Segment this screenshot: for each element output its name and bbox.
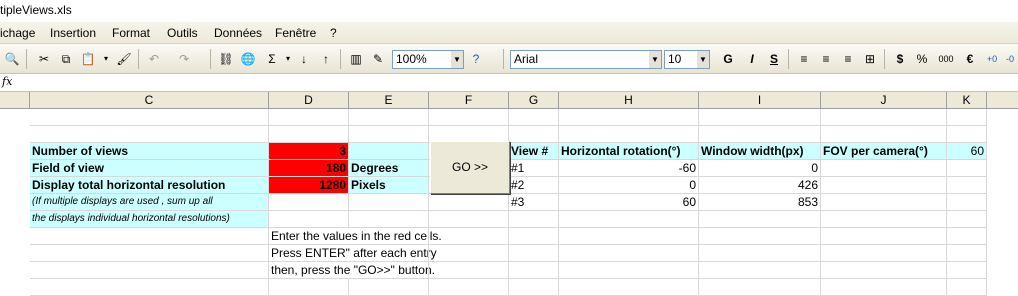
hyperlink-icon[interactable]: ⛓: [218, 51, 234, 67]
menu-donnees[interactable]: Données: [214, 26, 262, 40]
align-left-icon[interactable]: ≡: [796, 51, 812, 67]
table-row: [0, 279, 1018, 296]
zoom-value: 100%: [396, 52, 427, 66]
instruction-line-2[interactable]: Press ENTER" after each entry: [269, 245, 437, 262]
view-id[interactable]: #2: [509, 177, 559, 194]
corner-cell[interactable]: [0, 92, 30, 109]
width-value[interactable]: 426: [699, 177, 821, 194]
table-row: then, press the "GO>>" button.: [0, 262, 1018, 279]
table-row: Press ENTER" after each entry: [0, 245, 1018, 262]
width-value[interactable]: 0: [699, 160, 821, 177]
column-headers: C D E F G H I J K: [0, 92, 1018, 109]
column-header-k[interactable]: K: [947, 92, 987, 109]
research-icon[interactable]: 🌐: [240, 51, 256, 67]
menu-format[interactable]: Format: [112, 26, 150, 40]
instruction-line-3[interactable]: then, press the "GO>>" button.: [269, 262, 435, 279]
header-rotation[interactable]: Horizontal rotation(°): [559, 143, 699, 160]
unit-degrees[interactable]: Degrees: [349, 160, 429, 177]
paste-dropdown-icon[interactable]: ▾: [98, 51, 114, 67]
table-row: (If multiple displays are used , sum up …: [0, 194, 1018, 211]
chevron-down-icon[interactable]: ▼: [697, 51, 709, 68]
menu-help[interactable]: ?: [330, 26, 337, 40]
go-button[interactable]: GO >>: [430, 141, 510, 194]
thousands-button[interactable]: 000: [938, 51, 954, 67]
rotation-value[interactable]: -60: [559, 160, 699, 177]
italic-button[interactable]: I: [744, 51, 760, 67]
toolbar: 🔍 ✂ ⧉ 📋 ▾ 🖌 ↶ ↷ ⛓ 🌐 Σ ▾ ↓ ↑ ▥ ✎ 100% ▼ ?…: [0, 44, 1018, 74]
bold-button[interactable]: G: [720, 51, 736, 67]
header-view[interactable]: View #: [509, 143, 559, 160]
header-fov[interactable]: FOV per camera(°): [821, 143, 947, 160]
function-icon[interactable]: fx: [2, 75, 12, 88]
rotation-value[interactable]: 60: [559, 194, 699, 211]
menu-affichage[interactable]: ichage: [0, 26, 35, 40]
chart-icon[interactable]: ▥: [348, 51, 364, 67]
table-row: the displays individual horizontal resol…: [0, 211, 1018, 228]
instruction-line-1[interactable]: Enter the values in the red cells.: [269, 228, 442, 245]
align-right-icon[interactable]: ≡: [840, 51, 856, 67]
font-value: Arial: [514, 52, 539, 66]
label-fov[interactable]: Field of view: [30, 160, 269, 177]
help-icon[interactable]: ?: [468, 51, 484, 67]
decrease-decimal-icon[interactable]: -0: [1002, 51, 1018, 67]
percent-button[interactable]: %: [914, 51, 930, 67]
note-line-1[interactable]: (If multiple displays are used , sum up …: [30, 194, 269, 211]
currency-button[interactable]: $: [892, 51, 908, 67]
menu-insertion[interactable]: Insertion: [50, 26, 96, 40]
width-value[interactable]: 853: [699, 194, 821, 211]
formula-bar: fx: [0, 74, 1018, 92]
redo-icon[interactable]: ↷: [176, 51, 192, 67]
menu-bar: ichage Insertion Format Outils Données F…: [0, 22, 1018, 44]
autosum-icon[interactable]: Σ: [264, 51, 280, 67]
align-center-icon[interactable]: ≡: [818, 51, 834, 67]
column-header-c[interactable]: C: [30, 92, 269, 109]
rotation-value[interactable]: 0: [559, 177, 699, 194]
window-title: tipleViews.xls: [0, 3, 72, 17]
column-header-i[interactable]: I: [699, 92, 821, 109]
menu-outils[interactable]: Outils: [167, 26, 198, 40]
undo-icon[interactable]: ↶: [146, 51, 162, 67]
column-header-e[interactable]: E: [349, 92, 429, 109]
cut-icon[interactable]: ✂: [36, 51, 52, 67]
sort-descending-icon[interactable]: ↑: [318, 51, 334, 67]
print-preview-icon[interactable]: 🔍: [4, 51, 20, 67]
label-num-views[interactable]: Number of views: [30, 143, 269, 160]
column-header-h[interactable]: H: [559, 92, 699, 109]
table-row: [0, 109, 1018, 126]
font-size-select[interactable]: 10 ▼: [664, 50, 710, 69]
zoom-select[interactable]: 100% ▼: [392, 50, 464, 69]
font-size-value: 10: [668, 52, 682, 66]
font-select[interactable]: Arial ▼: [510, 50, 662, 69]
unit-pixels[interactable]: Pixels: [349, 177, 429, 194]
input-num-views[interactable]: 3: [269, 143, 349, 160]
increase-decimal-icon[interactable]: +0: [984, 51, 1000, 67]
note-line-2[interactable]: the displays individual horizontal resol…: [30, 211, 269, 228]
header-width[interactable]: Window width(px): [699, 143, 821, 160]
window-title-bar: tipleViews.xls: [0, 0, 1018, 22]
fov-per-camera-value[interactable]: 60: [947, 143, 987, 160]
drawing-icon[interactable]: ✎: [370, 51, 386, 67]
chevron-down-icon[interactable]: ▼: [649, 51, 661, 68]
view-id[interactable]: #3: [509, 194, 559, 211]
euro-button[interactable]: €: [962, 51, 978, 67]
merge-center-icon[interactable]: ⊞: [862, 51, 878, 67]
column-header-j[interactable]: J: [821, 92, 947, 109]
sort-ascending-icon[interactable]: ↓: [296, 51, 312, 67]
input-fov[interactable]: 180: [269, 160, 349, 177]
spreadsheet-grid: Number of views 3 View # Horizontal rota…: [0, 109, 1018, 296]
label-resolution[interactable]: Display total horizontal resolution: [30, 177, 269, 194]
table-row: Enter the values in the red cells.: [0, 228, 1018, 245]
format-painter-icon[interactable]: 🖌: [116, 51, 132, 67]
chevron-down-icon[interactable]: ▼: [451, 51, 463, 68]
paste-icon[interactable]: 📋: [80, 51, 96, 67]
underline-button[interactable]: S: [766, 51, 782, 67]
view-id[interactable]: #1: [509, 160, 559, 177]
column-header-d[interactable]: D: [269, 92, 349, 109]
column-header-g[interactable]: G: [509, 92, 559, 109]
column-header-f[interactable]: F: [429, 92, 509, 109]
autosum-dropdown-icon[interactable]: ▾: [280, 51, 296, 67]
copy-icon[interactable]: ⧉: [58, 51, 74, 67]
menu-fenetre[interactable]: Fenêtre: [275, 26, 316, 40]
input-resolution[interactable]: 1280: [269, 177, 349, 194]
